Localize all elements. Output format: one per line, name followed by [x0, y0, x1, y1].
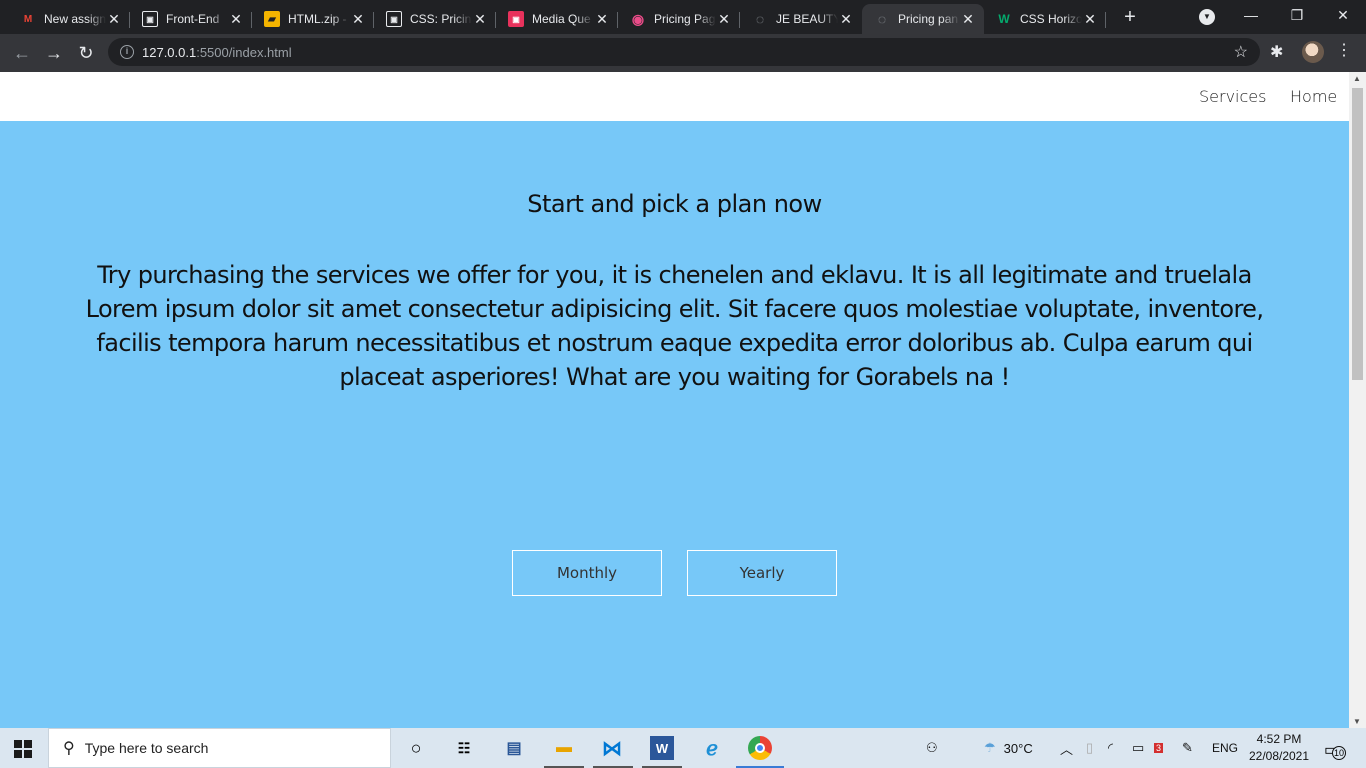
- restore-icon[interactable]: ❐: [1274, 0, 1320, 32]
- vertical-scrollbar[interactable]: ▲ ▼: [1349, 72, 1366, 728]
- task-view-icon[interactable]: ☷: [452, 736, 476, 760]
- close-icon[interactable]: ✕: [716, 11, 732, 28]
- monthly-button[interactable]: Monthly: [512, 550, 662, 596]
- avatar[interactable]: [1302, 41, 1324, 63]
- tab-html-zip[interactable]: ▰ HTML.zip - ✕: [252, 4, 374, 34]
- close-icon[interactable]: ✕: [838, 11, 854, 28]
- show-hidden-icons-icon[interactable]: ︿: [1060, 728, 1073, 768]
- tab-title: CSS Horizo: [1020, 12, 1082, 26]
- tab-je-beauty[interactable]: ◌ JE BEAUTY ✕: [740, 4, 862, 34]
- people-icon[interactable]: ⚇: [926, 728, 938, 768]
- url-host: 127.0.0.1: [142, 44, 197, 60]
- chrome-icon[interactable]: [748, 736, 772, 760]
- new-tab-button[interactable]: +: [1118, 6, 1142, 30]
- close-icon[interactable]: ✕: [228, 11, 244, 28]
- usb-icon[interactable]: ▯: [1086, 728, 1093, 768]
- close-icon[interactable]: ✕: [472, 11, 488, 28]
- taskbar-search-box[interactable]: ⚲ Type here to search: [48, 728, 391, 768]
- scroll-down-icon[interactable]: ▼: [1353, 717, 1361, 726]
- date: 22/08/2021: [1248, 749, 1310, 763]
- tab-css-horizontal[interactable]: W CSS Horizo ✕: [984, 4, 1106, 34]
- url-path: :5500/index.html: [196, 44, 292, 60]
- vscode-icon[interactable]: ⋈: [600, 736, 624, 760]
- gmail-icon: M: [23, 13, 33, 25]
- tab-media-queries[interactable]: ▣ Media Que ✕: [496, 4, 618, 34]
- yearly-button[interactable]: Yearly: [687, 550, 837, 596]
- drive-icon: ▰: [264, 11, 280, 27]
- tab-title: New assign: [44, 12, 106, 26]
- dribbble-icon: ◉: [631, 10, 645, 27]
- nav-services-link[interactable]: Services: [1199, 87, 1266, 106]
- reload-icon[interactable]: ↻: [72, 40, 100, 66]
- tab-title: CSS: Pricing: [410, 12, 472, 26]
- scroll-up-icon[interactable]: ▲: [1353, 74, 1361, 83]
- weather-widget[interactable]: ☂ 30°C: [984, 728, 1033, 768]
- close-icon[interactable]: ✕: [1082, 11, 1098, 28]
- address-bar[interactable]: i 127.0.0.1 :5500/index.html ☆: [108, 38, 1260, 66]
- tab-pricing-page[interactable]: ◉ Pricing Pag ✕: [618, 4, 740, 34]
- tab-title: Pricing Pag: [654, 12, 716, 26]
- browser-toolbar: ← → ↻ i 127.0.0.1 :5500/index.html ☆ ✱ ⋮: [0, 34, 1366, 72]
- battery-icon[interactable]: ▭: [1132, 728, 1144, 768]
- media-icon: ▣: [508, 11, 524, 27]
- tray-badge: 3: [1154, 743, 1164, 753]
- taskbar-clock[interactable]: 4:52 PM 22/08/2021: [1246, 731, 1312, 765]
- tab-css-pricing[interactable]: ▣ CSS: Pricing ✕: [374, 4, 496, 34]
- back-icon[interactable]: ←: [8, 40, 36, 66]
- extensions-icon[interactable]: ✱: [1270, 42, 1283, 62]
- bookmark-star-icon[interactable]: ☆: [1234, 42, 1248, 62]
- globe-icon: ◌: [755, 11, 765, 27]
- language-indicator[interactable]: ENG: [1212, 728, 1238, 768]
- document-icon: ▣: [142, 11, 158, 27]
- window-close-icon[interactable]: ✕: [1320, 0, 1366, 32]
- forward-icon[interactable]: →: [40, 40, 68, 66]
- tab-pricing-panel-active[interactable]: ◌ Pricing pan ✕: [862, 4, 984, 34]
- tab-strip: M New assign ✕ ▣ Front-End ✕ ▰ HTML.zip …: [0, 0, 1366, 34]
- tab-search-icon[interactable]: ▼: [1199, 9, 1215, 25]
- file-explorer-icon[interactable]: ▬: [552, 736, 576, 760]
- close-icon[interactable]: ✕: [106, 11, 122, 28]
- tab-title: Pricing pan: [898, 12, 959, 26]
- edge-icon[interactable]: ℯ: [700, 736, 724, 760]
- notifications-icon[interactable]: ▭ 10: [1324, 738, 1346, 760]
- scrollbar-thumb[interactable]: [1352, 88, 1363, 380]
- close-icon[interactable]: ✕: [350, 11, 366, 28]
- nav-home-link[interactable]: Home: [1290, 87, 1337, 106]
- tab-title: Front-End: [166, 12, 220, 26]
- app-tray-icon[interactable]: 3: [1154, 728, 1164, 768]
- close-icon[interactable]: ✕: [594, 11, 610, 28]
- app-icon[interactable]: ▤: [502, 736, 526, 760]
- page-viewport: Services Home Start and pick a plan now …: [0, 72, 1366, 728]
- info-icon[interactable]: i: [120, 45, 134, 59]
- hero-description: Try purchasing the services we offer for…: [85, 261, 1264, 391]
- tab-title: JE BEAUTY: [776, 12, 838, 26]
- tab-front-end[interactable]: ▣ Front-End ✕: [130, 4, 252, 34]
- tab-title: Media Que: [532, 12, 591, 26]
- page-title: Start and pick a plan now: [527, 190, 822, 218]
- wifi-icon[interactable]: ◜: [1108, 728, 1113, 768]
- tab-gmail[interactable]: M New assign ✕: [8, 4, 130, 34]
- weather-icon: ☂: [984, 740, 996, 755]
- windows-taskbar: ⚲ Type here to search ○ ☷ ▤ ▬ ⋈ W ℯ ⚇ ☂ …: [0, 728, 1366, 768]
- windows-start-icon[interactable]: [14, 740, 32, 758]
- globe-icon: ◌: [877, 11, 887, 27]
- close-icon[interactable]: ✕: [960, 11, 976, 28]
- document-icon: ▣: [386, 11, 402, 27]
- cortana-icon[interactable]: ○: [404, 736, 428, 760]
- tab-title: HTML.zip -: [288, 12, 347, 26]
- notification-count: 10: [1332, 746, 1346, 760]
- temperature: 30°C: [1003, 740, 1033, 756]
- site-navbar: Services Home: [0, 72, 1349, 121]
- w3schools-icon: W: [998, 12, 1010, 26]
- search-placeholder: Type here to search: [84, 740, 209, 756]
- word-icon[interactable]: W: [650, 736, 674, 760]
- pen-icon[interactable]: ✎: [1182, 728, 1193, 768]
- minimize-icon[interactable]: —: [1228, 0, 1274, 32]
- search-icon: ⚲: [63, 740, 75, 757]
- time: 4:52 PM: [1256, 732, 1302, 746]
- kebab-menu-icon[interactable]: ⋮: [1336, 40, 1352, 60]
